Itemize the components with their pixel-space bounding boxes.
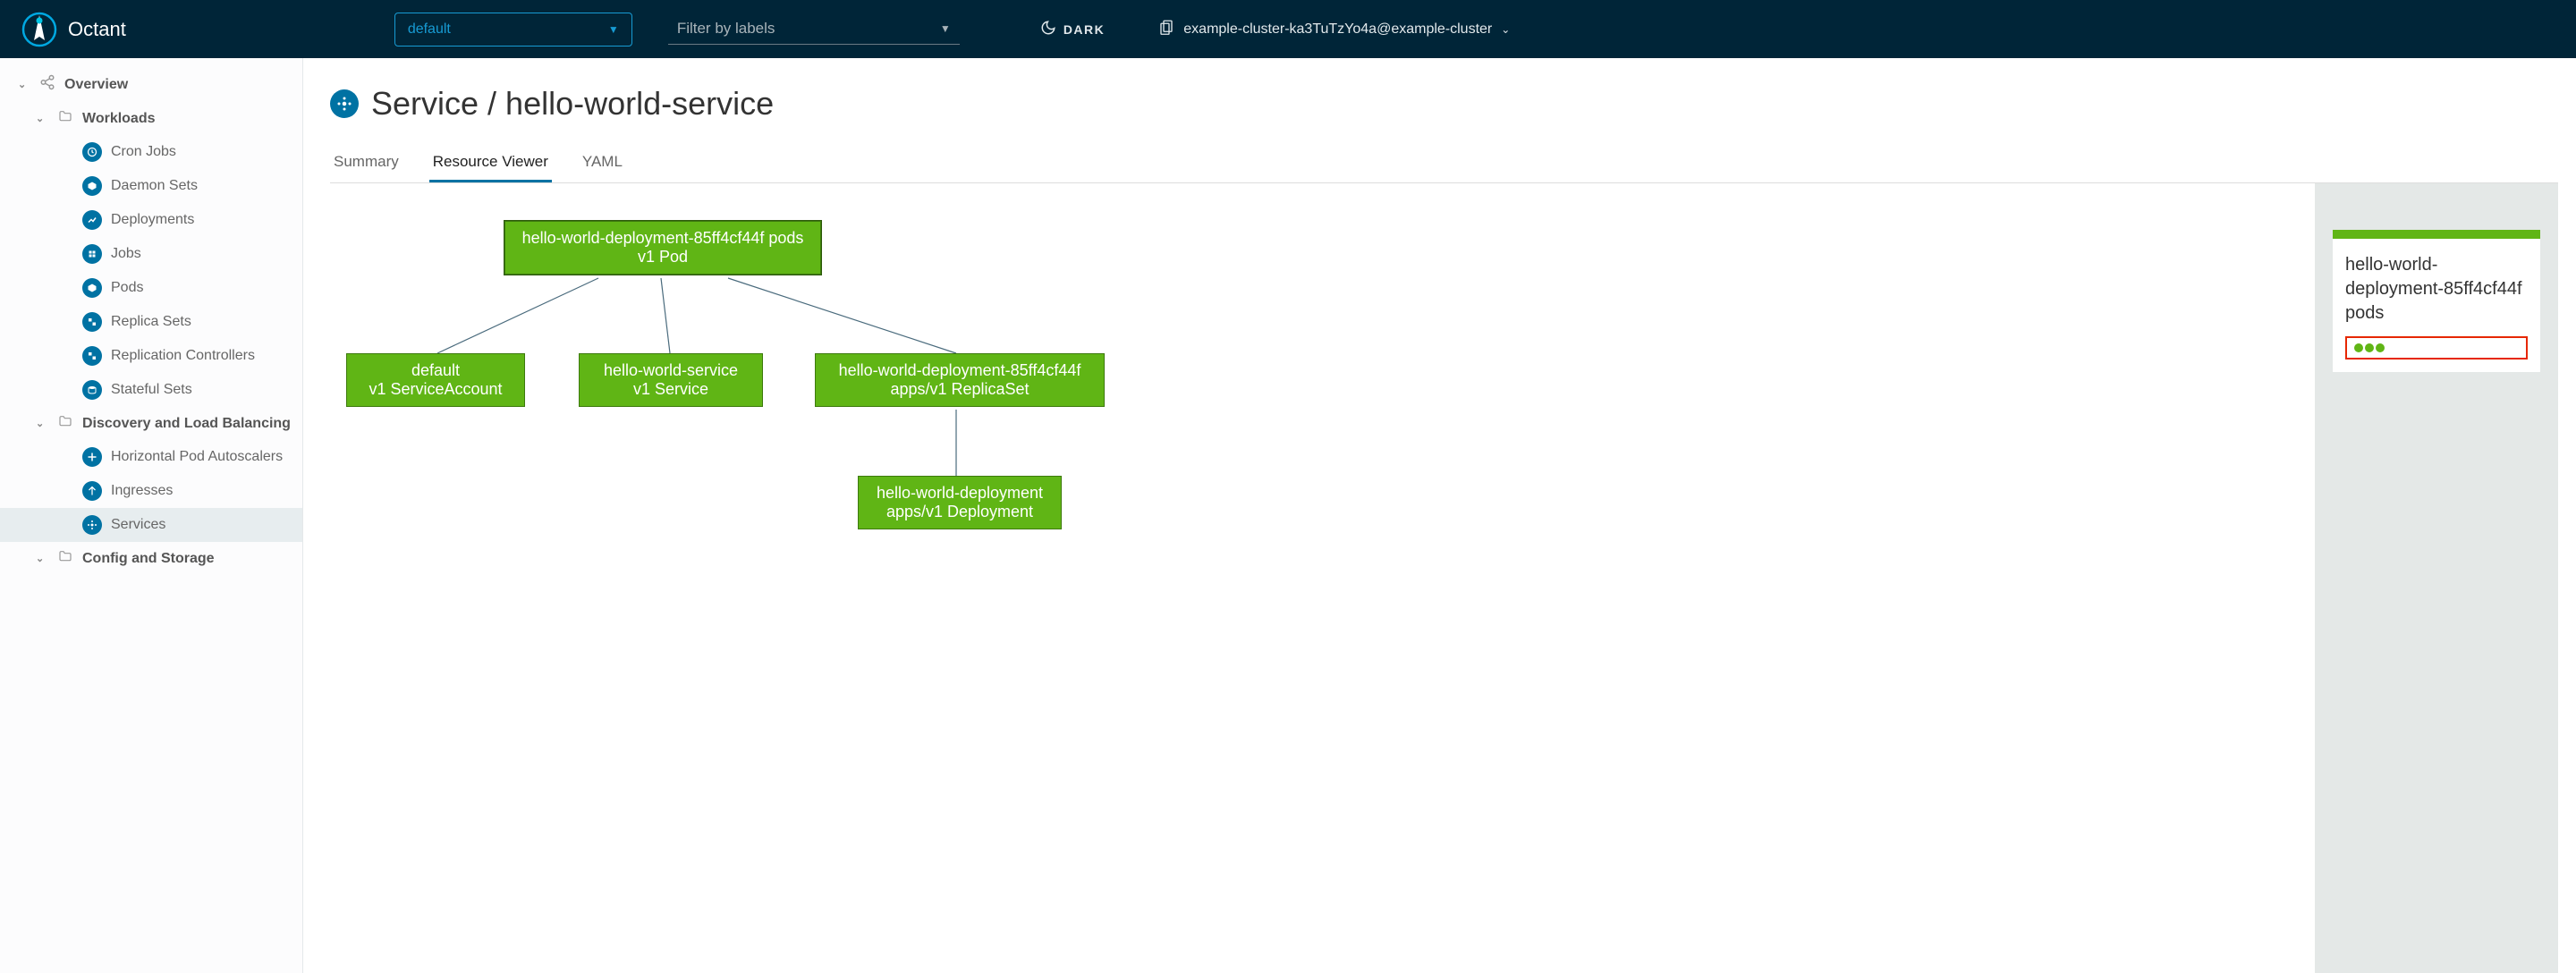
- sidebar-item-cron-jobs[interactable]: Cron Jobs: [0, 135, 302, 169]
- top-bar: Octant default ▼ Filter by labels ▼ DARK…: [0, 0, 2576, 58]
- moon-icon: [1040, 20, 1056, 38]
- clipboard-icon: [1158, 19, 1174, 39]
- namespace-select[interactable]: default ▼: [394, 13, 632, 47]
- daemon-sets-icon: [82, 176, 102, 196]
- jobs-icon: [82, 244, 102, 264]
- sidebar-discovery[interactable]: ⌄ Discovery and Load Balancing: [0, 407, 302, 440]
- status-indicator[interactable]: [2345, 336, 2528, 360]
- graph-node-pods[interactable]: hello-world-deployment-85ff4cf44f pods v…: [504, 221, 821, 275]
- chevron-down-icon: ▼: [940, 22, 951, 35]
- sidebar-item-hpa[interactable]: Horizontal Pod Autoscalers: [0, 440, 302, 474]
- tabs: Summary Resource Viewer YAML: [330, 144, 2558, 183]
- status-dot-icon: [2376, 343, 2385, 352]
- graph-node-replicaset[interactable]: hello-world-deployment-85ff4cf44f apps/v…: [815, 353, 1105, 407]
- info-card: hello-world-deployment-85ff4cf44f pods: [2333, 230, 2540, 372]
- tab-summary[interactable]: Summary: [330, 144, 402, 182]
- cluster-selector[interactable]: example-cluster-ka3TuTzYo4a@example-clus…: [1158, 19, 1510, 39]
- status-dot-icon: [2365, 343, 2374, 352]
- sidebar-item-daemon-sets[interactable]: Daemon Sets: [0, 169, 302, 203]
- filter-placeholder: Filter by labels: [677, 20, 775, 38]
- info-panel: hello-world-deployment-85ff4cf44f pods: [2315, 183, 2558, 973]
- info-card-title: hello-world-deployment-85ff4cf44f pods: [2345, 253, 2528, 326]
- share-icon: [39, 74, 55, 95]
- sidebar-config-storage[interactable]: ⌄ Config and Storage: [0, 542, 302, 575]
- graph-node-serviceaccount[interactable]: default v1 ServiceAccount: [346, 353, 525, 407]
- stateful-sets-icon: [82, 380, 102, 400]
- config-label: Config and Storage: [82, 551, 215, 567]
- tab-resource-viewer[interactable]: Resource Viewer: [429, 144, 552, 182]
- octant-logo-icon: [21, 12, 57, 47]
- graph-node-service[interactable]: hello-world-service v1 Service: [579, 353, 763, 407]
- page-header: Service / hello-world-service: [330, 85, 2576, 123]
- sidebar-overview[interactable]: ⌄ Overview: [0, 67, 302, 102]
- folder-icon: [57, 109, 73, 128]
- chevron-down-icon: ▼: [608, 23, 619, 36]
- discovery-label: Discovery and Load Balancing: [82, 416, 291, 432]
- pods-icon: [82, 278, 102, 298]
- sidebar-item-stateful-sets[interactable]: Stateful Sets: [0, 373, 302, 407]
- app-name: Octant: [68, 18, 126, 41]
- workloads-label: Workloads: [82, 111, 156, 127]
- replica-sets-icon: [82, 312, 102, 332]
- folder-icon: [57, 414, 73, 433]
- deployments-icon: [82, 210, 102, 230]
- resource-graph-canvas[interactable]: hello-world-deployment-85ff4cf44f pods v…: [330, 183, 2315, 973]
- hpa-icon: [82, 447, 102, 467]
- tab-yaml[interactable]: YAML: [579, 144, 626, 182]
- chevron-down-icon: ⌄: [18, 79, 30, 90]
- sidebar-item-pods[interactable]: Pods: [0, 271, 302, 305]
- folder-icon: [57, 549, 73, 568]
- main-content: Service / hello-world-service Summary Re…: [303, 58, 2576, 973]
- sidebar-item-ingresses[interactable]: Ingresses: [0, 474, 302, 508]
- sidebar-workloads[interactable]: ⌄ Workloads: [0, 102, 302, 135]
- label-filter-input[interactable]: Filter by labels ▼: [668, 14, 960, 45]
- overview-label: Overview: [64, 77, 128, 93]
- services-icon: [82, 515, 102, 535]
- status-dot-icon: [2354, 343, 2363, 352]
- service-icon: [330, 89, 359, 118]
- graph-edges: [330, 183, 2315, 973]
- chevron-down-icon: ⌄: [36, 113, 48, 124]
- replication-controllers-icon: [82, 346, 102, 366]
- page-title: Service / hello-world-service: [371, 85, 774, 123]
- app-logo[interactable]: Octant: [21, 12, 126, 47]
- namespace-value: default: [408, 21, 451, 38]
- graph-node-deployment[interactable]: hello-world-deployment apps/v1 Deploymen…: [858, 476, 1062, 529]
- theme-toggle[interactable]: DARK: [1040, 20, 1105, 38]
- sidebar-item-services[interactable]: Services: [0, 508, 302, 542]
- chevron-down-icon: ⌄: [1501, 23, 1510, 36]
- sidebar: ⌄ Overview ⌄ Workloads Cron Jobs Daemon …: [0, 58, 303, 973]
- cron-jobs-icon: [82, 142, 102, 162]
- sidebar-item-replication-controllers[interactable]: Replication Controllers: [0, 339, 302, 373]
- theme-label: DARK: [1063, 22, 1105, 37]
- chevron-down-icon: ⌄: [36, 553, 48, 564]
- sidebar-item-jobs[interactable]: Jobs: [0, 237, 302, 271]
- sidebar-item-replica-sets[interactable]: Replica Sets: [0, 305, 302, 339]
- cluster-name: example-cluster-ka3TuTzYo4a@example-clus…: [1183, 21, 1492, 38]
- sidebar-item-deployments[interactable]: Deployments: [0, 203, 302, 237]
- ingresses-icon: [82, 481, 102, 501]
- chevron-down-icon: ⌄: [36, 418, 48, 429]
